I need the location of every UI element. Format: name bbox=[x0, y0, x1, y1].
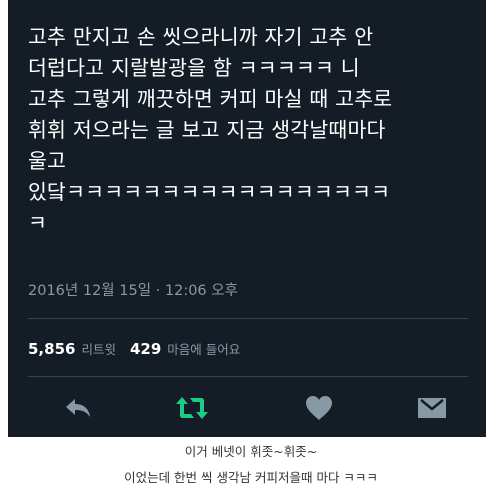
tweet-text-line: 휘휘 저으라는 글 보고 지금 생각날때마다 bbox=[28, 118, 386, 142]
retweet-button[interactable] bbox=[172, 390, 212, 426]
like-label[interactable]: 마음에 들어요 bbox=[167, 342, 240, 357]
divider bbox=[28, 318, 468, 319]
tweet-text: 고추 만지고 손 씻으라니까 자기 고추 안 더럽다고 지랄발광을 함 ㅋㅋㅋㅋ… bbox=[28, 22, 478, 239]
retweet-label[interactable]: 리트윗 bbox=[81, 342, 116, 357]
envelope-icon bbox=[418, 398, 446, 418]
tweet-timestamp[interactable]: 2016년 12월 15일 · 12:06 오후 bbox=[28, 279, 238, 300]
caption-line-1: 이거 베넷이 휘좃~휘좃~ bbox=[184, 444, 318, 459]
retweet-icon bbox=[176, 397, 208, 419]
reply-button[interactable] bbox=[58, 390, 98, 426]
tweet-stats: 5,856 리트윗 429 마음에 들어요 bbox=[28, 339, 240, 358]
reply-arrow-icon bbox=[66, 399, 90, 417]
tweet-text-line: 있닼ㅋㅋㅋㅋㅋㅋㅋㅋㅋㅋㅋㅋㅋㅋㅋㅋㅋ bbox=[28, 180, 391, 204]
direct-message-button[interactable] bbox=[412, 390, 452, 426]
caption-line-2: 이었는데 한번 씩 생각남 커피저을때 마다 ㅋㅋㅋ bbox=[124, 470, 378, 485]
tweet-text-line: 울고 bbox=[28, 149, 67, 173]
retweet-count[interactable]: 5,856 bbox=[28, 340, 75, 358]
tweet-card: 고추 만지고 손 씻으라니까 자기 고추 안 더럽다고 지랄발광을 함 ㅋㅋㅋㅋ… bbox=[8, 0, 486, 437]
tweet-actions bbox=[8, 390, 486, 430]
tweet-text-line: ㅋ bbox=[28, 211, 48, 235]
heart-icon bbox=[306, 396, 332, 420]
like-count[interactable]: 429 bbox=[130, 340, 161, 358]
tweet-text-line: 고추 만지고 손 씻으라니까 자기 고추 안 bbox=[28, 25, 374, 49]
tweet-text-line: 고추 그렇게 깨끗하면 커피 마실 때 고추로 bbox=[28, 87, 393, 111]
like-button[interactable] bbox=[299, 390, 339, 426]
divider bbox=[28, 376, 468, 377]
tweet-text-line: 더럽다고 지랄발광을 함 ㅋㅋㅋㅋㅋ 니 bbox=[28, 56, 360, 80]
